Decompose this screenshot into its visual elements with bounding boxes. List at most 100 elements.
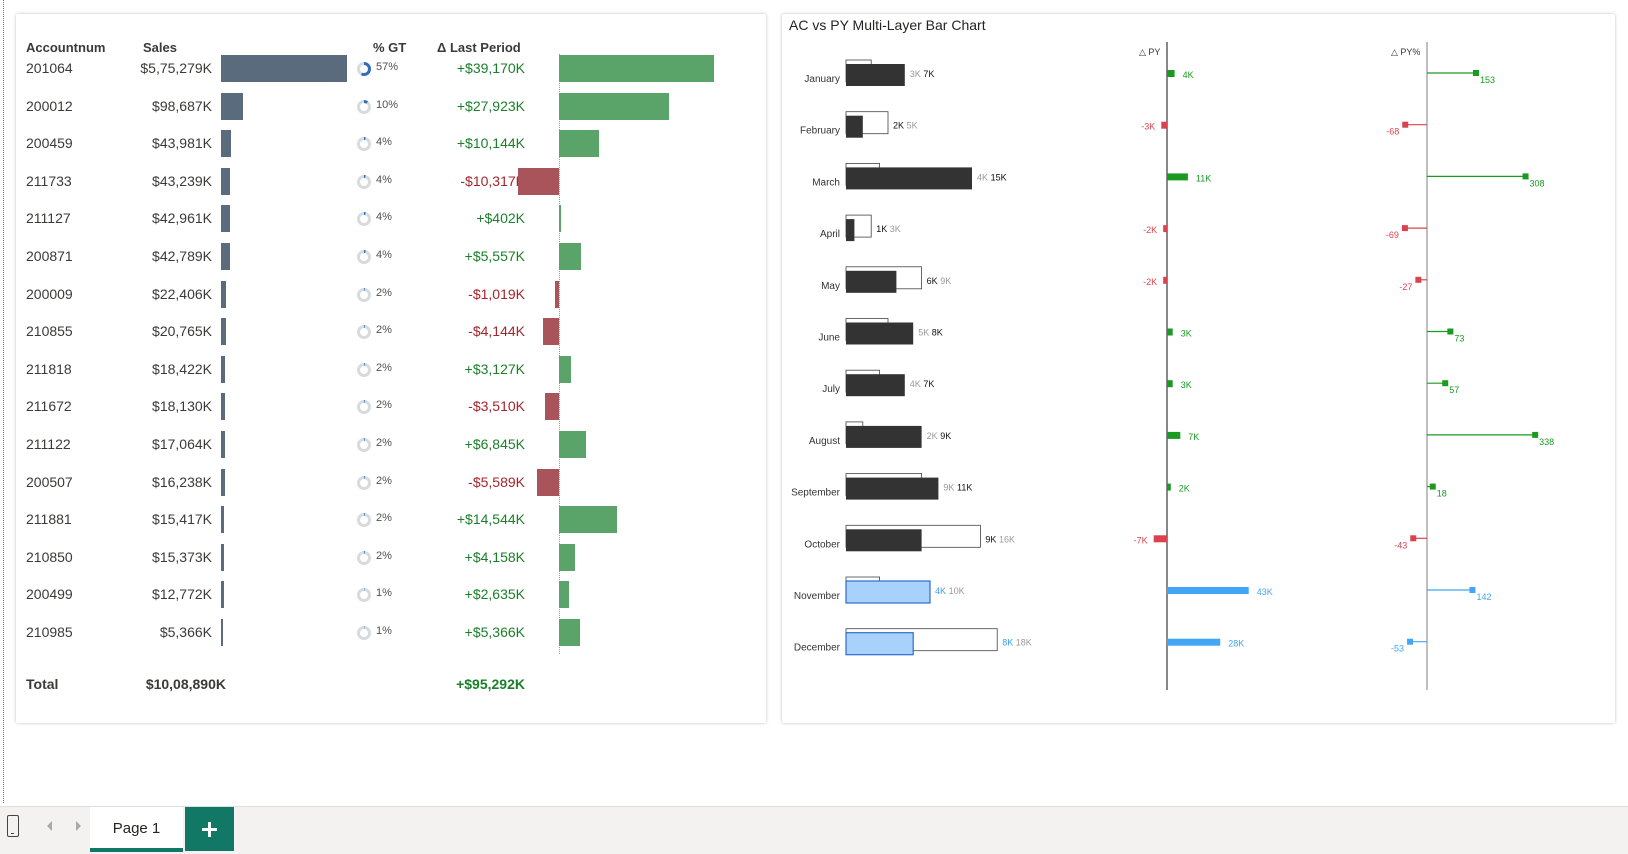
account-cell: 211818 xyxy=(26,360,72,377)
pct-gt-label: 2% xyxy=(376,286,392,299)
ac-bar xyxy=(846,322,914,345)
ac-value-label: 1K xyxy=(876,224,887,234)
account-cell: 211881 xyxy=(26,511,72,528)
delta-py-pct-label: -43 xyxy=(1394,540,1407,550)
ac-value-label: 7K xyxy=(923,379,934,389)
ac-value-label: 9K xyxy=(940,431,951,441)
account-cell: 210855 xyxy=(26,323,73,340)
pct-donut-icon xyxy=(357,250,371,264)
pct-donut-icon xyxy=(357,400,371,415)
month-label: February xyxy=(800,126,840,137)
delta-py-pct-label: 338 xyxy=(1539,437,1554,447)
delta-py-pct-marker xyxy=(1415,276,1422,283)
delta-py-label: 2K xyxy=(1179,484,1190,494)
ac-bar xyxy=(846,219,855,242)
ac-bar xyxy=(846,167,972,190)
ac-bar xyxy=(846,374,905,397)
ac-bar xyxy=(846,270,897,293)
sales-cell: $12,772K xyxy=(152,586,212,603)
delta-py-pct-header: △ PY% xyxy=(1391,47,1420,57)
next-page-icon[interactable] xyxy=(76,821,81,831)
pct-donut-icon xyxy=(357,626,371,640)
sales-cell: $98,687K xyxy=(152,97,212,114)
py-value-label: 2K xyxy=(927,431,938,441)
delta-py-pct-label: 18 xyxy=(1437,489,1447,499)
delta-bar xyxy=(559,355,572,383)
delta-bar xyxy=(559,205,561,233)
delta-py-label: -7K xyxy=(1134,535,1148,545)
delta-bar xyxy=(545,393,559,421)
pct-donut-icon xyxy=(357,513,371,528)
delta-cell: +$27,923K xyxy=(456,97,525,114)
ac-bar xyxy=(846,529,922,552)
py-value-label: 16K xyxy=(999,534,1015,544)
delta-bar xyxy=(559,92,670,120)
pct-gt-label: 4% xyxy=(376,173,392,186)
delta-py-pct-label: 57 xyxy=(1449,385,1459,395)
pct-gt-label: 2% xyxy=(376,399,392,412)
delta-bar xyxy=(554,280,559,308)
pct-donut-icon xyxy=(357,588,371,603)
sales-cell: $5,366K xyxy=(159,624,212,640)
account-sales-table[interactable]: Accountnum Sales % GT Δ Last Period 2010… xyxy=(16,14,766,723)
py-value-label: 5K xyxy=(907,121,918,131)
account-cell: 211127 xyxy=(26,210,71,227)
pct-gt-label: 2% xyxy=(376,474,392,487)
delta-bar xyxy=(559,243,581,270)
delta-py-header: △ PY xyxy=(1139,47,1160,57)
ac-vs-py-chart-card[interactable]: AC vs PY Multi-Layer Bar Chart △ PY △ PY%… xyxy=(782,14,1615,723)
pct-donut-icon xyxy=(357,550,371,565)
ac-value-label: 10K xyxy=(949,586,965,596)
delta-py-pct-marker xyxy=(1447,328,1454,335)
py-value-label: 9K xyxy=(943,483,954,493)
delta-cell: +$3,127K xyxy=(464,360,525,377)
total-delta: +$95,292K xyxy=(456,676,525,692)
sales-bar xyxy=(221,431,225,458)
delta-py-bar xyxy=(1167,70,1175,77)
pct-donut-icon xyxy=(357,438,371,452)
ac-value-label: 8K xyxy=(1002,638,1013,648)
py-value-label: 4K xyxy=(910,379,921,389)
month-label: August xyxy=(809,436,840,447)
add-page-button[interactable] xyxy=(185,807,234,851)
previous-page-icon[interactable] xyxy=(47,821,52,831)
canvas-edge-guide xyxy=(3,0,4,803)
sales-bar xyxy=(221,55,347,82)
pct-gt-label: 2% xyxy=(376,512,392,525)
sales-cell: $15,373K xyxy=(152,548,212,565)
delta-cell: +$5,366K xyxy=(464,624,525,640)
delta-py-label: -3K xyxy=(1141,122,1155,132)
delta-py-pct-label: 142 xyxy=(1476,592,1491,602)
delta-py-pct-label: -53 xyxy=(1391,644,1404,654)
mobile-layout-icon[interactable] xyxy=(7,815,19,837)
sales-bar xyxy=(221,619,223,646)
account-cell: 200459 xyxy=(26,135,73,152)
pct-donut-icon xyxy=(357,137,371,152)
delta-py-bar xyxy=(1167,483,1171,491)
tab-page-1[interactable]: Page 1 xyxy=(90,807,183,852)
sales-bar xyxy=(221,393,225,421)
month-label: May xyxy=(821,281,840,292)
delta-cell: -$1,019K xyxy=(468,285,525,302)
pct-donut-icon xyxy=(357,99,371,114)
delta-bar xyxy=(559,431,587,458)
ac-bar xyxy=(846,64,905,86)
delta-py-pct-label: -68 xyxy=(1386,127,1399,137)
account-cell: 200507 xyxy=(26,473,73,490)
sales-bar xyxy=(221,581,224,609)
sales-cell: $20,765K xyxy=(152,323,212,340)
sales-bar xyxy=(221,130,231,158)
ac-value-label: 11K xyxy=(957,483,972,493)
delta-bar xyxy=(559,55,714,82)
delta-cell: +$6,845K xyxy=(464,436,525,452)
account-cell: 200499 xyxy=(26,586,73,603)
ac-bar xyxy=(845,632,914,656)
pct-gt-label: 4% xyxy=(376,211,392,224)
delta-py-bar xyxy=(1163,225,1167,233)
pct-gt-label: 2% xyxy=(376,437,392,449)
pct-donut-icon xyxy=(357,475,371,490)
sales-bar xyxy=(221,355,226,383)
account-cell: 210985 xyxy=(26,624,73,640)
delta-bar xyxy=(542,318,559,346)
delta-bar xyxy=(559,581,570,609)
